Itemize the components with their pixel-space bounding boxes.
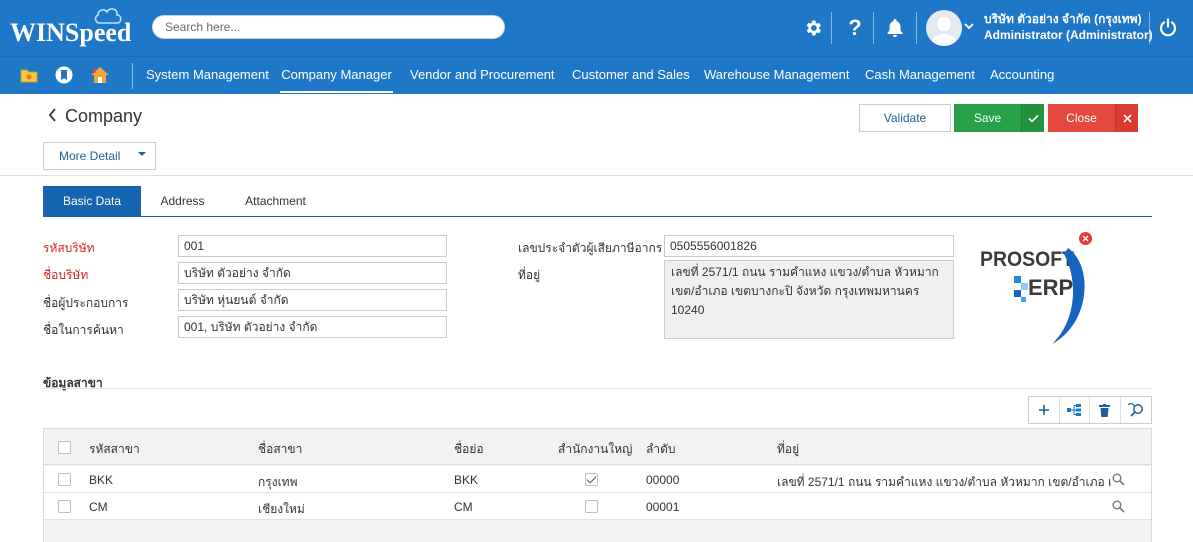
header-divider [831,12,832,44]
delete-icon[interactable] [1090,397,1121,423]
page-title: Company [48,106,142,127]
close-icon [1122,113,1132,123]
bell-icon[interactable] [881,14,909,42]
branch-sequence: 00001 [646,500,680,514]
row-checkbox[interactable] [58,473,71,486]
company-code-field[interactable]: 001 [178,235,447,257]
table-row[interactable]: CM เชียงใหม่ CM 00001 [44,493,1151,520]
head-office-checkbox[interactable] [585,500,598,513]
save-button[interactable]: Save [954,104,1021,132]
table-row[interactable]: BKK กรุงเทพ BKK 00000 เลขที่ 2571/1 ถนน … [44,466,1151,493]
head-office-checkbox[interactable] [585,473,598,486]
caret-down-icon [138,152,146,156]
nav-system-management[interactable]: System Management [146,57,269,93]
help-icon[interactable]: ? [841,14,869,42]
close-x-button[interactable] [1115,104,1138,132]
nav-vendor-procurement[interactable]: Vendor and Procurement [410,57,555,93]
nav-customer-sales[interactable]: Customer and Sales [572,57,690,93]
section-divider [43,388,1152,389]
avatar[interactable] [926,10,962,46]
header-divider [1149,12,1150,44]
user-info[interactable]: บริษัท ตัวอย่าง จำกัด (กรุงเทพ) Administ… [984,11,1153,43]
logo-brand-top: PROSOFT [980,248,1074,271]
column-header[interactable]: ชื่อย่อ [454,440,484,459]
tax-id-label: เลขประจำตัวผู้เสียภาษีอากร [518,241,663,255]
search-clear-icon[interactable] [1121,397,1151,423]
cloud-icon [94,8,122,24]
operator-label: ชื่อผู้ประกอบการ [43,296,129,310]
page-divider [0,175,1193,176]
nav-warehouse-management[interactable]: Warehouse Management [704,57,850,93]
header-divider [873,12,874,44]
branch-section-title: ข้อมูลสาขา [43,376,103,390]
tree-icon[interactable] [1060,397,1090,423]
column-header[interactable]: ลำดับ [646,440,676,459]
main-navbar: System Management Company Manager Vendor… [0,56,1193,94]
address-field: เลขที่ 2571/1 ถนน รามคำแหง แขวง/ตำบล หัว… [664,260,954,339]
tab-underline [43,216,1152,217]
company-code-label: รหัสบริษัท [43,241,95,255]
validate-button[interactable]: Validate [859,104,951,132]
user-name: Administrator (Administrator) [984,28,1153,42]
company-name-label: ชื่อบริษัท [43,268,89,282]
branch-name: กรุงเทพ [258,475,298,489]
bookmark-icon[interactable] [53,64,75,86]
column-header[interactable]: ที่อยู่ [777,440,799,459]
branch-name: เชียงใหม่ [258,502,305,516]
chevron-left-icon[interactable] [48,106,57,127]
chevron-down-icon[interactable] [964,22,974,33]
header-divider [916,12,917,44]
branch-sequence: 00000 [646,473,680,487]
search-icon[interactable] [1112,500,1125,513]
check-icon [1027,114,1039,123]
tab-address[interactable]: Address [141,186,224,216]
operator-field[interactable]: บริษัท หุ่นยนต์ จำกัด [178,289,447,311]
user-company: บริษัท ตัวอย่าง จำกัด (กรุงเทพ) [984,12,1142,26]
nav-company-manager[interactable]: Company Manager [280,57,393,93]
save-confirm-button[interactable] [1021,104,1044,132]
home-icon[interactable] [89,64,111,86]
remove-logo-button[interactable] [1079,232,1092,245]
folder-icon[interactable] [18,64,40,86]
close-button[interactable]: Close [1048,104,1115,132]
branch-short-name: BKK [454,473,479,487]
branch-code: CM [89,500,108,514]
tab-basic-data[interactable]: Basic Data [43,186,141,216]
search-input[interactable] [153,16,504,38]
table-header: รหัสสาขา ชื่อสาขา ชื่อย่อ สำนักงานใหญ่ ล… [44,429,1151,465]
tax-id-field[interactable]: 0505556001826 [664,235,954,257]
tab-attachment[interactable]: Attachment [224,186,327,216]
top-header: WINSpeed ? บริษัท ตัวอย่าง จำกัด (กรุงเท… [0,0,1193,56]
power-icon[interactable] [1154,14,1182,42]
column-header[interactable]: ชื่อสาขา [258,440,302,459]
branch-code: BKK [89,473,114,487]
more-detail-label: More Detail [59,149,121,163]
row-checkbox[interactable] [58,500,71,513]
branch-table: รหัสสาขา ชื่อสาขา ชื่อย่อ สำนักงานใหญ่ ล… [43,428,1152,542]
search-icon[interactable] [1112,473,1125,486]
add-icon[interactable] [1029,397,1060,423]
column-header[interactable]: สำนักงานใหญ่ [558,440,632,459]
close-icon [1082,235,1089,242]
address-label: ที่อยู่ [518,268,541,282]
branch-address: เลขที่ 2571/1 ถนน รามคำแหง แขวง/ตำบล หัว… [777,475,1111,489]
logo-brand-bottom: ERP [1028,275,1073,300]
select-all-checkbox[interactable] [58,441,71,454]
branch-short-name: CM [454,500,473,514]
more-detail-dropdown[interactable]: More Detail [43,142,156,170]
branch-toolbar [1028,396,1152,424]
company-name-field[interactable]: บริษัท ตัวอย่าง จำกัด [178,262,447,284]
company-logo-image: PROSOFT ERP [980,248,1085,344]
global-search[interactable] [152,15,505,39]
nav-accounting[interactable]: Accounting [990,57,1054,93]
nav-divider [132,63,133,89]
gear-icon[interactable] [799,14,827,42]
page-title-text: Company [65,106,143,126]
search-name-field[interactable]: 001, บริษัท ตัวอย่าง จำกัด [178,316,447,338]
column-header[interactable]: รหัสสาขา [89,440,140,459]
nav-cash-management[interactable]: Cash Management [865,57,975,93]
search-name-label: ชื่อในการค้นหา [43,323,124,337]
